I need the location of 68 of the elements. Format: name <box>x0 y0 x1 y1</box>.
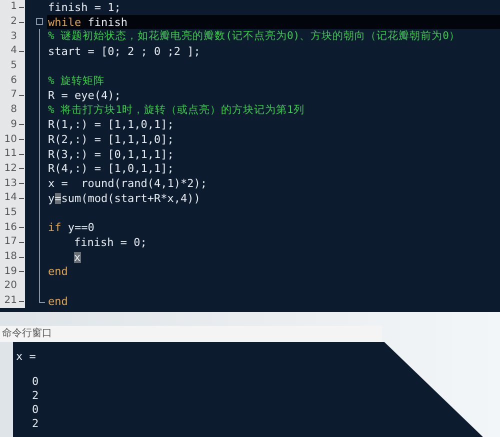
line-number: 14 <box>4 193 17 204</box>
breakpoint-dash[interactable] <box>19 227 24 228</box>
breakpoint-dash[interactable] <box>19 50 24 52</box>
code-text: y <box>48 192 55 204</box>
code-editor[interactable] <box>0 0 500 312</box>
command-window[interactable]: x = 0 2 0 2 <box>13 342 483 437</box>
selected-text: = <box>54 192 62 204</box>
keyword-text: if <box>48 222 62 234</box>
line-number: 11 <box>4 149 17 160</box>
line-number: 10 <box>4 134 17 145</box>
output-value: 0 <box>32 403 39 417</box>
breakpoint-dash[interactable] <box>19 124 24 126</box>
code-text: R(1,:) = [1,1,0,1]; <box>48 119 174 130</box>
line-number: 6 <box>10 76 17 86</box>
output-value: 0 <box>32 375 39 389</box>
code-text: R(2,:) = [1,1,1,0]; <box>48 134 174 146</box>
code-text: finish = 0; <box>74 236 147 248</box>
line-number: 17 <box>4 237 17 248</box>
code-text: R(4,:) = [1,0,1,1]; <box>48 163 174 174</box>
code-text: x = round(rand(4,1)*2); <box>48 178 207 190</box>
code-text: finish = 1; <box>48 2 121 13</box>
output-value: 2 <box>32 389 39 403</box>
code-text: sum(mod(start+R*x,4)) <box>61 192 200 204</box>
output-value: 2 <box>32 417 39 431</box>
breakpoint-dash[interactable] <box>19 22 24 23</box>
breakpoint-dash[interactable] <box>19 198 24 199</box>
line-number: 4 <box>10 46 17 56</box>
breakpoint-dash[interactable] <box>19 94 24 96</box>
line-number: 15 <box>4 208 17 218</box>
breakpoint-dash[interactable] <box>19 139 24 140</box>
line-number: 18 <box>4 252 17 262</box>
comment-text: % 将击打方块1时，旋转（或点亮）的方块记为第1列 <box>48 104 304 116</box>
line-number: 12 <box>4 164 17 174</box>
breakpoint-dash[interactable] <box>19 183 24 184</box>
line-number: 20 <box>4 281 17 292</box>
code-text: finish <box>86 16 128 28</box>
keyword-text: end <box>48 266 68 278</box>
code-text: R = eye(4); <box>48 90 121 101</box>
breakpoint-dash[interactable] <box>19 168 24 170</box>
fold-toggle-icon[interactable] <box>36 18 43 25</box>
comment-text: % 谜题初始状态，如花瓣电亮的瓣数(记不点亮为0)、方块的朝向（记花瓣朝前为0） <box>48 31 460 42</box>
panel-title: 命令行窗口 <box>0 326 382 342</box>
keyword-text: while <box>48 16 82 28</box>
line-number: 21 <box>4 296 17 306</box>
breakpoint-dash[interactable] <box>19 271 24 272</box>
fold-end-line <box>39 294 45 303</box>
line-number: 13 <box>4 178 17 189</box>
line-number: 2 <box>10 17 17 28</box>
line-number: 9 <box>10 120 17 130</box>
breakpoint-dash[interactable] <box>19 256 24 258</box>
line-number: 19 <box>4 266 17 277</box>
selected-text: x <box>74 252 81 263</box>
code-text: start = [0; 2 ; 0 ;2 ]; <box>48 46 200 57</box>
line-number: 7 <box>10 90 17 100</box>
breakpoint-dash[interactable] <box>19 300 24 302</box>
line-number: 8 <box>10 105 17 116</box>
line-number: 3 <box>10 32 17 42</box>
code-text: y==0 <box>66 222 94 234</box>
comment-text: % 旋转矩阵 <box>48 76 105 86</box>
breakpoint-dash[interactable] <box>19 6 24 8</box>
line-number: 1 <box>10 2 17 12</box>
breakpoint-dash[interactable] <box>19 242 24 243</box>
line-number: 5 <box>10 61 17 72</box>
output-text: x = <box>16 350 36 363</box>
line-number: 16 <box>4 222 17 233</box>
breakpoint-dash[interactable] <box>19 154 24 155</box>
code-text: R(3,:) = [0,1,1,1]; <box>48 148 174 160</box>
keyword-text: end <box>48 296 68 307</box>
